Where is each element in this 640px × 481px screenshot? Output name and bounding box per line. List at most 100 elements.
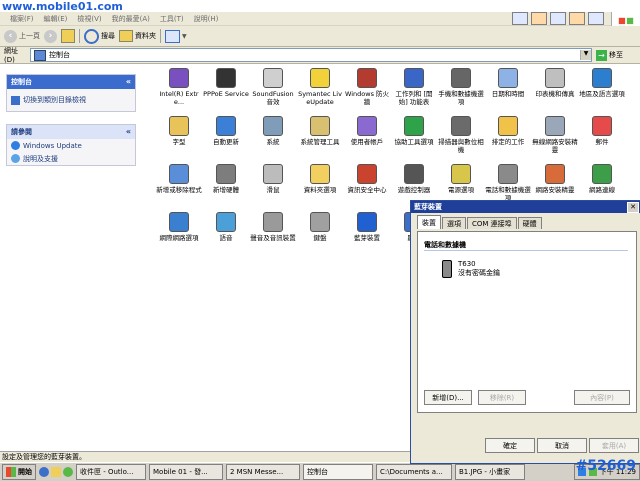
watermark-top: www.mobile01.com bbox=[2, 0, 123, 13]
control-panel-item[interactable]: Symantec LiveUpdate bbox=[297, 68, 343, 106]
go-button[interactable]: → 移至 bbox=[596, 49, 623, 61]
control-panel-item[interactable]: 使用者帳戶 bbox=[344, 116, 390, 146]
dialog-titlebar[interactable]: 藍芽裝置 ✕ bbox=[411, 201, 640, 213]
forward-button[interactable]: › bbox=[44, 28, 57, 44]
address-field[interactable]: 控制台 ▼ bbox=[30, 48, 592, 62]
menu-favorites[interactable]: 我的最愛(A) bbox=[112, 14, 150, 24]
tab-com-ports[interactable]: COM 連接埠 bbox=[467, 217, 517, 229]
start-label: 開始 bbox=[18, 468, 32, 476]
control-panel-item[interactable]: 電源選項 bbox=[438, 164, 484, 194]
control-panel-item[interactable]: 掃描器與數位相機 bbox=[438, 116, 484, 154]
control-panel-item[interactable]: 自動更新 bbox=[203, 116, 249, 146]
ie-icon[interactable] bbox=[39, 467, 49, 477]
control-panel-item-icon bbox=[357, 116, 377, 136]
toolbar-extra-icon-4[interactable] bbox=[569, 12, 585, 25]
control-panel-item[interactable]: 工作列和 [開始] 功能表 bbox=[391, 68, 437, 106]
control-panel-item[interactable]: 協助工具選項 bbox=[391, 116, 437, 146]
task-msn[interactable]: 2 MSN Messe... bbox=[226, 464, 300, 480]
ok-button[interactable]: 確定 bbox=[485, 438, 535, 453]
control-panel-item[interactable]: 資料夾選項 bbox=[297, 164, 343, 194]
control-panel-item[interactable]: 聲音及音訊裝置 bbox=[250, 212, 296, 242]
control-panel-item[interactable]: 系統 bbox=[250, 116, 296, 146]
control-panel-item[interactable]: 系統管理工具 bbox=[297, 116, 343, 146]
control-panel-item[interactable]: 無線網路安裝精靈 bbox=[532, 116, 578, 154]
control-panel-item[interactable]: PPPoE Service bbox=[203, 68, 249, 98]
toolbar-extra-icon-3[interactable] bbox=[550, 12, 566, 25]
control-panel-item[interactable]: 藍芽裝置 bbox=[344, 212, 390, 242]
up-folder-button[interactable] bbox=[61, 28, 75, 44]
control-panel-item[interactable]: 電話和數據機選項 bbox=[485, 164, 531, 202]
control-panel-item[interactable]: 滑鼠 bbox=[250, 164, 296, 194]
help-support-link[interactable]: 說明及支援 bbox=[7, 152, 135, 165]
control-panel-item-label: SoundFusion 音效 bbox=[252, 90, 294, 106]
control-panel-item[interactable]: 遊戲控制器 bbox=[391, 164, 437, 194]
views-button[interactable]: ▼ bbox=[165, 28, 187, 44]
control-panel-item[interactable]: 日期和時間 bbox=[485, 68, 531, 98]
cancel-label: 取消 bbox=[555, 441, 569, 450]
desktop-icon[interactable] bbox=[51, 467, 61, 477]
control-panel-item[interactable]: 網路安裝精靈 bbox=[532, 164, 578, 194]
media-icon[interactable] bbox=[63, 467, 73, 477]
control-panel-item-icon bbox=[263, 116, 283, 136]
task-paint[interactable]: B1.JPG - 小畫家 bbox=[455, 464, 525, 480]
control-panel-item[interactable]: 新增硬體 bbox=[203, 164, 249, 194]
properties-button[interactable]: 內容(P) bbox=[574, 390, 630, 405]
menu-file[interactable]: 檔案(F) bbox=[10, 14, 34, 24]
menu-view[interactable]: 檢視(V) bbox=[77, 14, 101, 24]
control-panel-item[interactable]: 郵件 bbox=[579, 116, 625, 146]
menu-edit[interactable]: 編輯(E) bbox=[44, 14, 68, 24]
control-panel-item-label: 手機和數據機選項 bbox=[438, 90, 484, 106]
tab-options[interactable]: 選項 bbox=[442, 217, 466, 229]
control-panel-item[interactable]: 網際網路選項 bbox=[156, 212, 202, 242]
close-icon[interactable]: ✕ bbox=[627, 202, 639, 213]
toolbar-extra-icon-2[interactable] bbox=[531, 12, 547, 25]
control-panel-item[interactable]: Windows 防火牆 bbox=[344, 68, 390, 106]
address-dropdown-icon[interactable]: ▼ bbox=[580, 50, 591, 60]
search-button[interactable]: 搜尋 bbox=[84, 28, 115, 44]
task-outlook[interactable]: 收件匣 - Outlo... bbox=[76, 464, 146, 480]
control-panel-item-icon bbox=[451, 116, 471, 136]
control-panel-item[interactable]: 手機和數據機選項 bbox=[438, 68, 484, 106]
control-panel-item-label: 自動更新 bbox=[213, 138, 239, 146]
control-panel-item[interactable]: 地區及語言選項 bbox=[579, 68, 625, 98]
switch-category-view-link[interactable]: 切換到類別目錄檢視 bbox=[7, 89, 135, 111]
control-panel-header[interactable]: 控制台 « bbox=[7, 75, 135, 89]
menu-help[interactable]: 說明(H) bbox=[194, 14, 219, 24]
cancel-button[interactable]: 取消 bbox=[537, 438, 587, 453]
toolbar-extra-icon-1[interactable] bbox=[512, 12, 528, 25]
control-panel-item[interactable]: 鍵盤 bbox=[297, 212, 343, 242]
menu-tools[interactable]: 工具(T) bbox=[160, 14, 184, 24]
apply-button[interactable]: 套用(A) bbox=[589, 438, 639, 453]
control-panel-item-label: 地區及語言選項 bbox=[579, 90, 625, 98]
collapse-chevron-icon[interactable]: « bbox=[126, 77, 131, 86]
control-panel-item-label: 電源選項 bbox=[448, 186, 474, 194]
control-panel-item[interactable]: 網路連線 bbox=[579, 164, 625, 194]
tab-hardware[interactable]: 硬體 bbox=[517, 217, 542, 229]
tab-devices[interactable]: 裝置 bbox=[417, 215, 441, 229]
control-panel-item[interactable]: 排定的工作 bbox=[485, 116, 531, 146]
collapse-chevron-icon[interactable]: « bbox=[126, 127, 131, 136]
windows-update-link[interactable]: Windows Update bbox=[7, 139, 135, 152]
see-also-header[interactable]: 請參閱 « bbox=[7, 125, 135, 139]
control-panel-item-label: 資料夾選項 bbox=[303, 186, 337, 194]
toolbar-extra-icon-5[interactable] bbox=[588, 12, 604, 25]
back-button[interactable]: ‹ 上一頁 bbox=[4, 28, 40, 44]
task-mobile01[interactable]: Mobile 01 - 發... bbox=[149, 464, 223, 480]
task-control-panel-label: 控制台 bbox=[307, 468, 328, 476]
add-device-button[interactable]: 新增(D)... bbox=[424, 390, 472, 405]
control-panel-item[interactable]: 資訊安全中心 bbox=[344, 164, 390, 194]
control-panel-item-icon bbox=[310, 68, 330, 88]
control-panel-item[interactable]: 字型 bbox=[156, 116, 202, 146]
control-panel-item[interactable]: SoundFusion 音效 bbox=[250, 68, 296, 106]
control-panel-item[interactable]: 新增或移除程式 bbox=[156, 164, 202, 194]
control-panel-item[interactable]: 語音 bbox=[203, 212, 249, 242]
device-item-t630[interactable]: T630 沒有密碼金鑰 bbox=[442, 260, 500, 278]
control-panel-item[interactable]: 印表機和傳真 bbox=[532, 68, 578, 98]
control-panel-item[interactable]: Intel(R) Extre... bbox=[156, 68, 202, 106]
folders-button[interactable]: 資料夾 bbox=[119, 28, 156, 44]
remove-device-button[interactable]: 移除(R) bbox=[478, 390, 526, 405]
start-button[interactable]: 開始 bbox=[2, 464, 36, 480]
control-panel-item-icon bbox=[357, 212, 377, 232]
task-control-panel[interactable]: 控制台 bbox=[303, 464, 373, 480]
task-documents[interactable]: C:\Documents a... bbox=[376, 464, 452, 480]
